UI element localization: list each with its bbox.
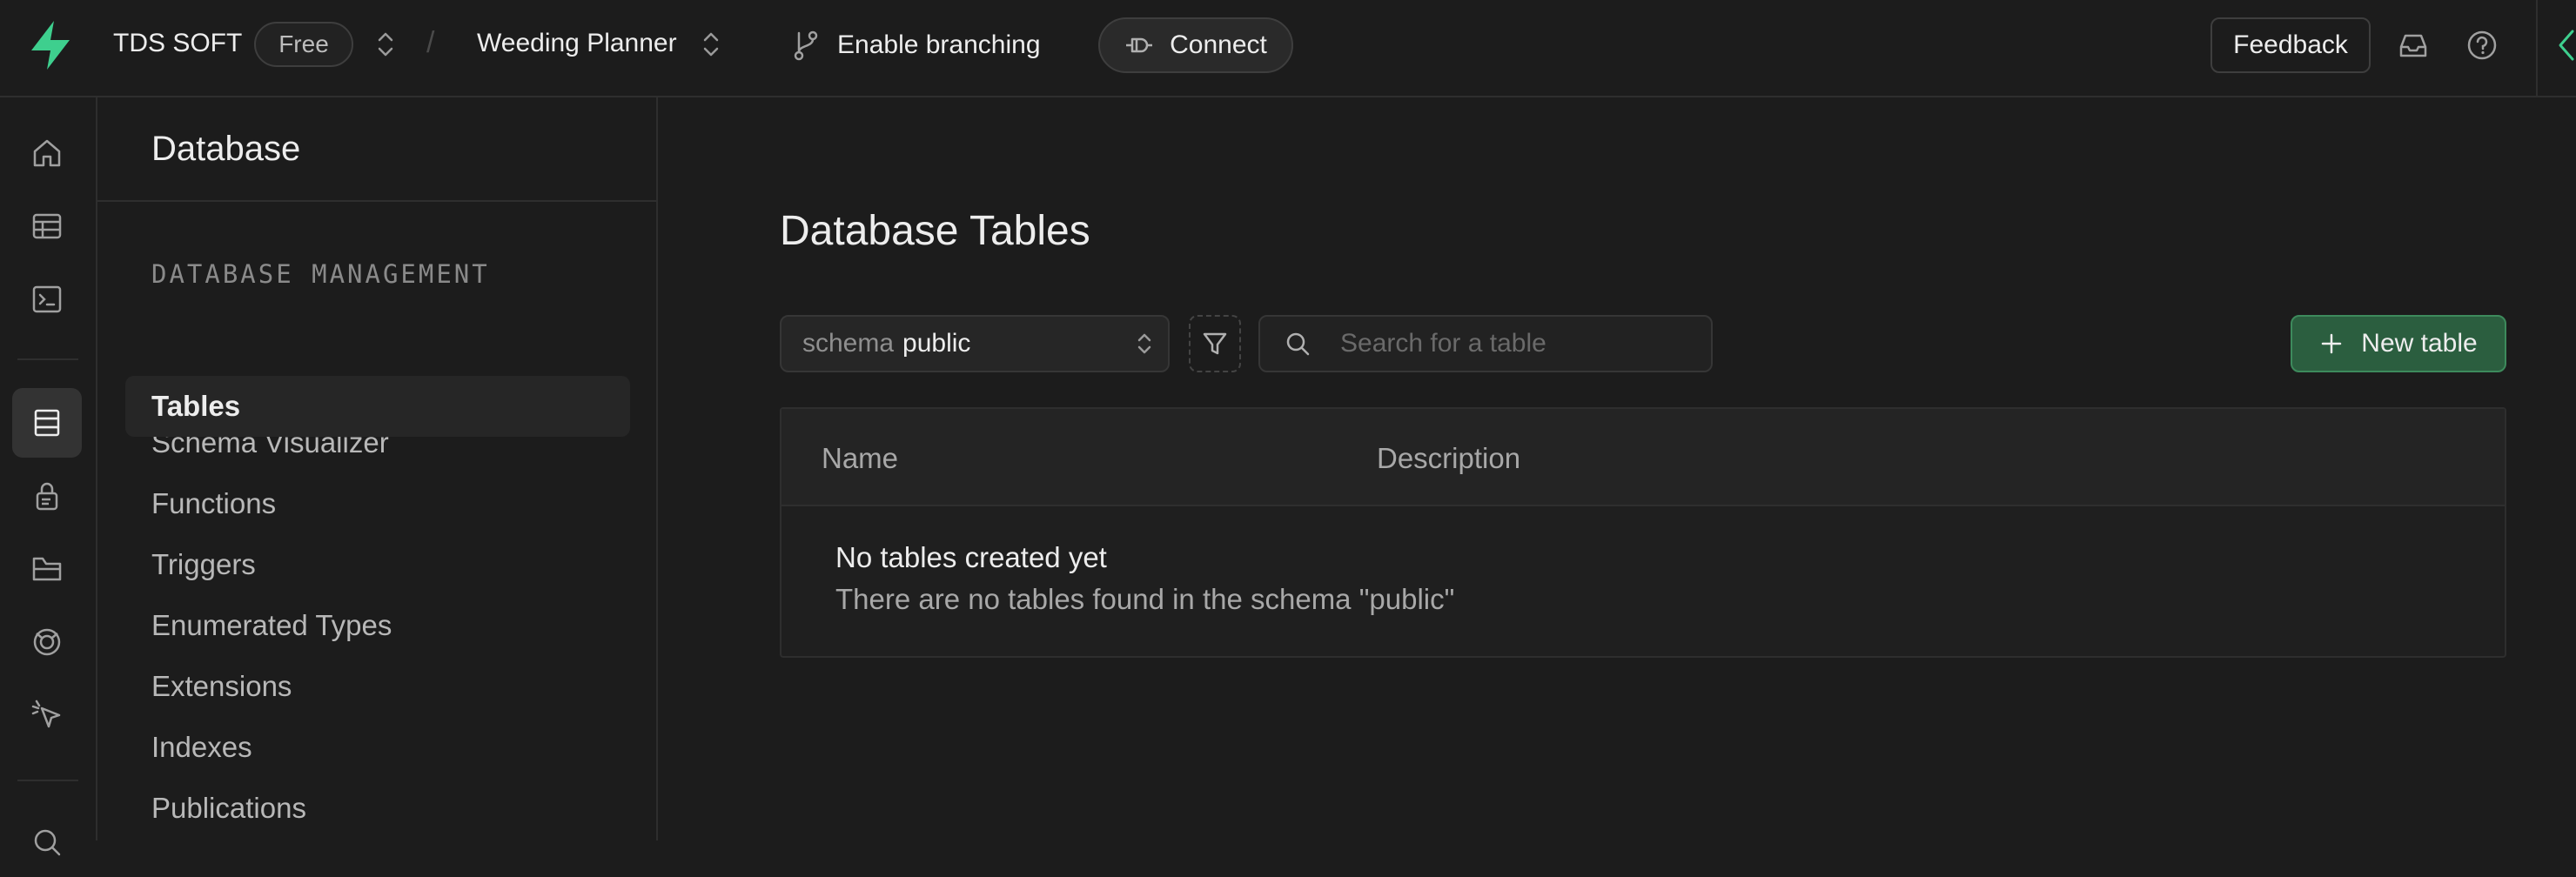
sidebar-item-publications[interactable]: Publications (125, 778, 630, 839)
search-icon (1286, 332, 1310, 356)
inbox-icon[interactable] (2398, 30, 2429, 61)
empty-state-description: There are no tables found in the schema … (835, 583, 1455, 615)
column-header-description: Description (1377, 442, 1521, 474)
org-name[interactable]: TDS SOFT (113, 29, 242, 58)
filter-icon (1203, 332, 1227, 355)
section-label: DATABASE MANAGEMENT (151, 259, 490, 289)
sidebar-title: Database (151, 129, 301, 168)
sidebar-item-functions[interactable]: Functions (125, 473, 630, 534)
home-icon[interactable] (12, 118, 82, 188)
empty-state-title: No tables created yet (835, 541, 1107, 573)
table-editor-icon[interactable] (12, 191, 82, 261)
table-header: Name Description (782, 409, 2505, 506)
sidebar-item-extensions[interactable]: Extensions (125, 656, 630, 717)
rail-divider (17, 358, 78, 360)
rail-divider (17, 780, 78, 781)
tables-table: Name Description No tables created yet T… (780, 407, 2506, 658)
storage-icon[interactable] (12, 534, 82, 604)
database-icon[interactable] (12, 388, 82, 458)
pointer-icon[interactable] (12, 680, 82, 750)
new-table-button[interactable]: New table (2291, 315, 2506, 372)
filter-button[interactable] (1189, 315, 1241, 372)
breadcrumb-separator: / (426, 26, 435, 59)
icon-rail (0, 97, 97, 856)
chevron-updown-icon[interactable] (374, 30, 397, 59)
chevron-updown-icon[interactable] (700, 30, 722, 59)
sidebar-item-enumerated-types[interactable]: Enumerated Types (125, 595, 630, 656)
auth-lock-icon[interactable] (12, 461, 82, 531)
panel-divider (2536, 0, 2538, 97)
chevron-updown-icon (1137, 333, 1151, 354)
search-icon[interactable] (12, 807, 82, 877)
sidebar-item-tables[interactable]: Tables (125, 376, 630, 437)
connect-label: Connect (1170, 30, 1267, 59)
sql-editor-icon[interactable] (12, 264, 82, 334)
schema-select-value: public (902, 329, 971, 358)
schema-select-label: schema (802, 329, 895, 358)
help-icon[interactable] (2466, 30, 2498, 61)
sidebar-item-triggers[interactable]: Triggers (125, 534, 630, 595)
schema-select[interactable]: schema public (780, 315, 1170, 372)
feedback-button[interactable]: Feedback (2210, 17, 2371, 73)
plus-icon (2322, 333, 2342, 354)
new-table-label: New table (2361, 329, 2478, 358)
main-content: Database Tables schema public New table … (658, 97, 2538, 840)
sidebar-header: Database (97, 97, 656, 202)
lightning-logo-icon[interactable] (26, 19, 75, 71)
enable-branching-label: Enable branching (837, 30, 1041, 59)
project-name[interactable]: Weeding Planner (477, 29, 677, 58)
chevron-left-icon[interactable] (2555, 28, 2576, 63)
enable-branching-button[interactable]: Enable branching (792, 23, 1041, 68)
sidebar-item-indexes[interactable]: Indexes (125, 717, 630, 778)
top-bar: TDS SOFT Free / Weeding Planner Enable b… (0, 0, 2576, 97)
column-header-name: Name (822, 442, 899, 474)
table-search[interactable] (1258, 315, 1713, 372)
search-input[interactable] (1340, 329, 1671, 358)
git-branch-icon (794, 30, 818, 61)
plug-icon (1126, 37, 1153, 53)
page-title: Database Tables (780, 208, 1090, 254)
plan-badge: Free (254, 22, 353, 67)
realtime-icon[interactable] (12, 607, 82, 677)
database-sidebar: Database DATABASE MANAGEMENT Schema Visu… (97, 97, 658, 840)
connect-button[interactable]: Connect (1098, 17, 1293, 73)
